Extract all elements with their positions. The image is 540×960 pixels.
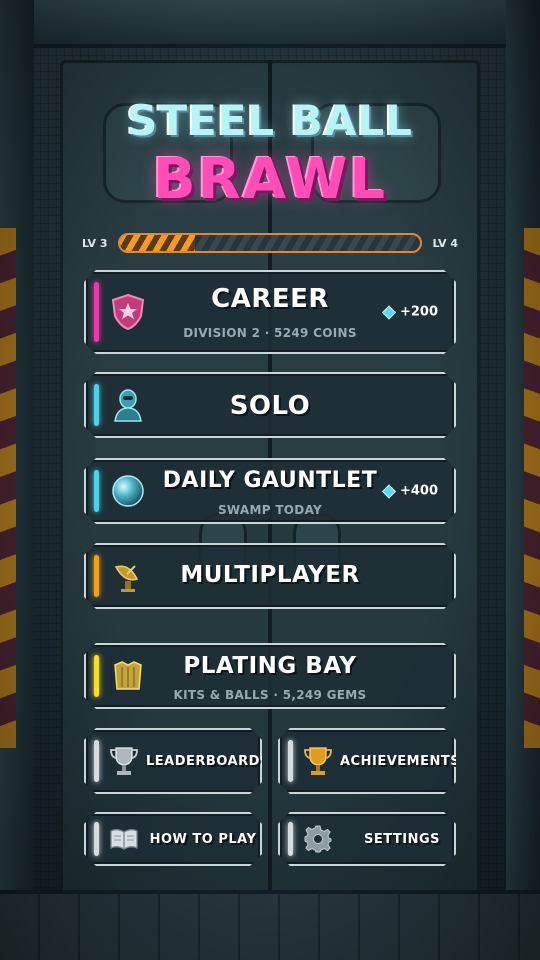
leaderboards-accent-stripe xyxy=(94,740,99,782)
daily-reward-amount: +400 xyxy=(399,483,438,499)
how-to-play-accent-stripe xyxy=(94,822,99,856)
leaderboards-button[interactable]: LEADERBOARDS xyxy=(84,728,262,794)
plating-bay-button[interactable]: PLATING BAY KITS & BALLS · 5,249 GEMS xyxy=(84,643,456,709)
settings-button[interactable]: SETTINGS xyxy=(278,812,456,866)
multiplayer-label: MULTIPLAYER xyxy=(180,562,360,588)
next-level-label: LV 4 xyxy=(432,236,459,250)
how-to-play-button[interactable]: HOW TO PLAY xyxy=(84,812,262,866)
logo-line-1: STEEL BALL xyxy=(127,96,413,145)
gem-icon xyxy=(382,305,396,319)
level-progress: LV 3 LV 4 xyxy=(82,232,458,254)
career-reward: +200 xyxy=(384,305,438,320)
logo-line-2: BRAWL xyxy=(152,147,388,212)
gem-icon xyxy=(382,484,396,498)
leaderboards-label: LEADERBOARDS xyxy=(146,754,270,769)
multiplayer-button[interactable]: MULTIPLAYER xyxy=(84,543,456,609)
career-button[interactable]: CAREER DIVISION 2 · 5249 COINS +200 xyxy=(84,270,456,354)
solo-button[interactable]: SOLO xyxy=(84,372,456,438)
achievements-button[interactable]: ACHIEVEMENTS xyxy=(278,728,456,794)
solo-label: SOLO xyxy=(229,391,311,421)
book-icon xyxy=(108,823,140,855)
silver-trophy-icon xyxy=(108,745,140,777)
achievements-label: ACHIEVEMENTS xyxy=(340,754,461,769)
settings-accent-stripe xyxy=(288,822,293,856)
current-level-label: LV 3 xyxy=(82,236,108,250)
gear-icon xyxy=(302,823,334,855)
career-reward-amount: +200 xyxy=(399,304,438,320)
how-to-play-label: HOW TO PLAY xyxy=(149,832,257,847)
xp-progress-fill xyxy=(120,235,195,251)
daily-gauntlet-button[interactable]: DAILY GAUNTLET SWAMP TODAY +400 xyxy=(84,458,456,524)
game-logo: STEEL BALL BRAWL xyxy=(0,96,540,212)
achievements-accent-stripe xyxy=(288,740,293,782)
career-subtitle: DIVISION 2 · 5249 COINS xyxy=(183,326,357,340)
plating-bay-label: PLATING BAY xyxy=(183,653,357,679)
daily-gauntlet-subtitle: SWAMP TODAY xyxy=(217,503,323,517)
daily-reward: +400 xyxy=(384,484,438,499)
xp-progress-bar xyxy=(118,233,422,253)
settings-label: SETTINGS xyxy=(363,832,441,847)
gold-trophy-icon xyxy=(302,745,334,777)
plating-bay-subtitle: KITS & BALLS · 5,249 GEMS xyxy=(173,688,367,702)
